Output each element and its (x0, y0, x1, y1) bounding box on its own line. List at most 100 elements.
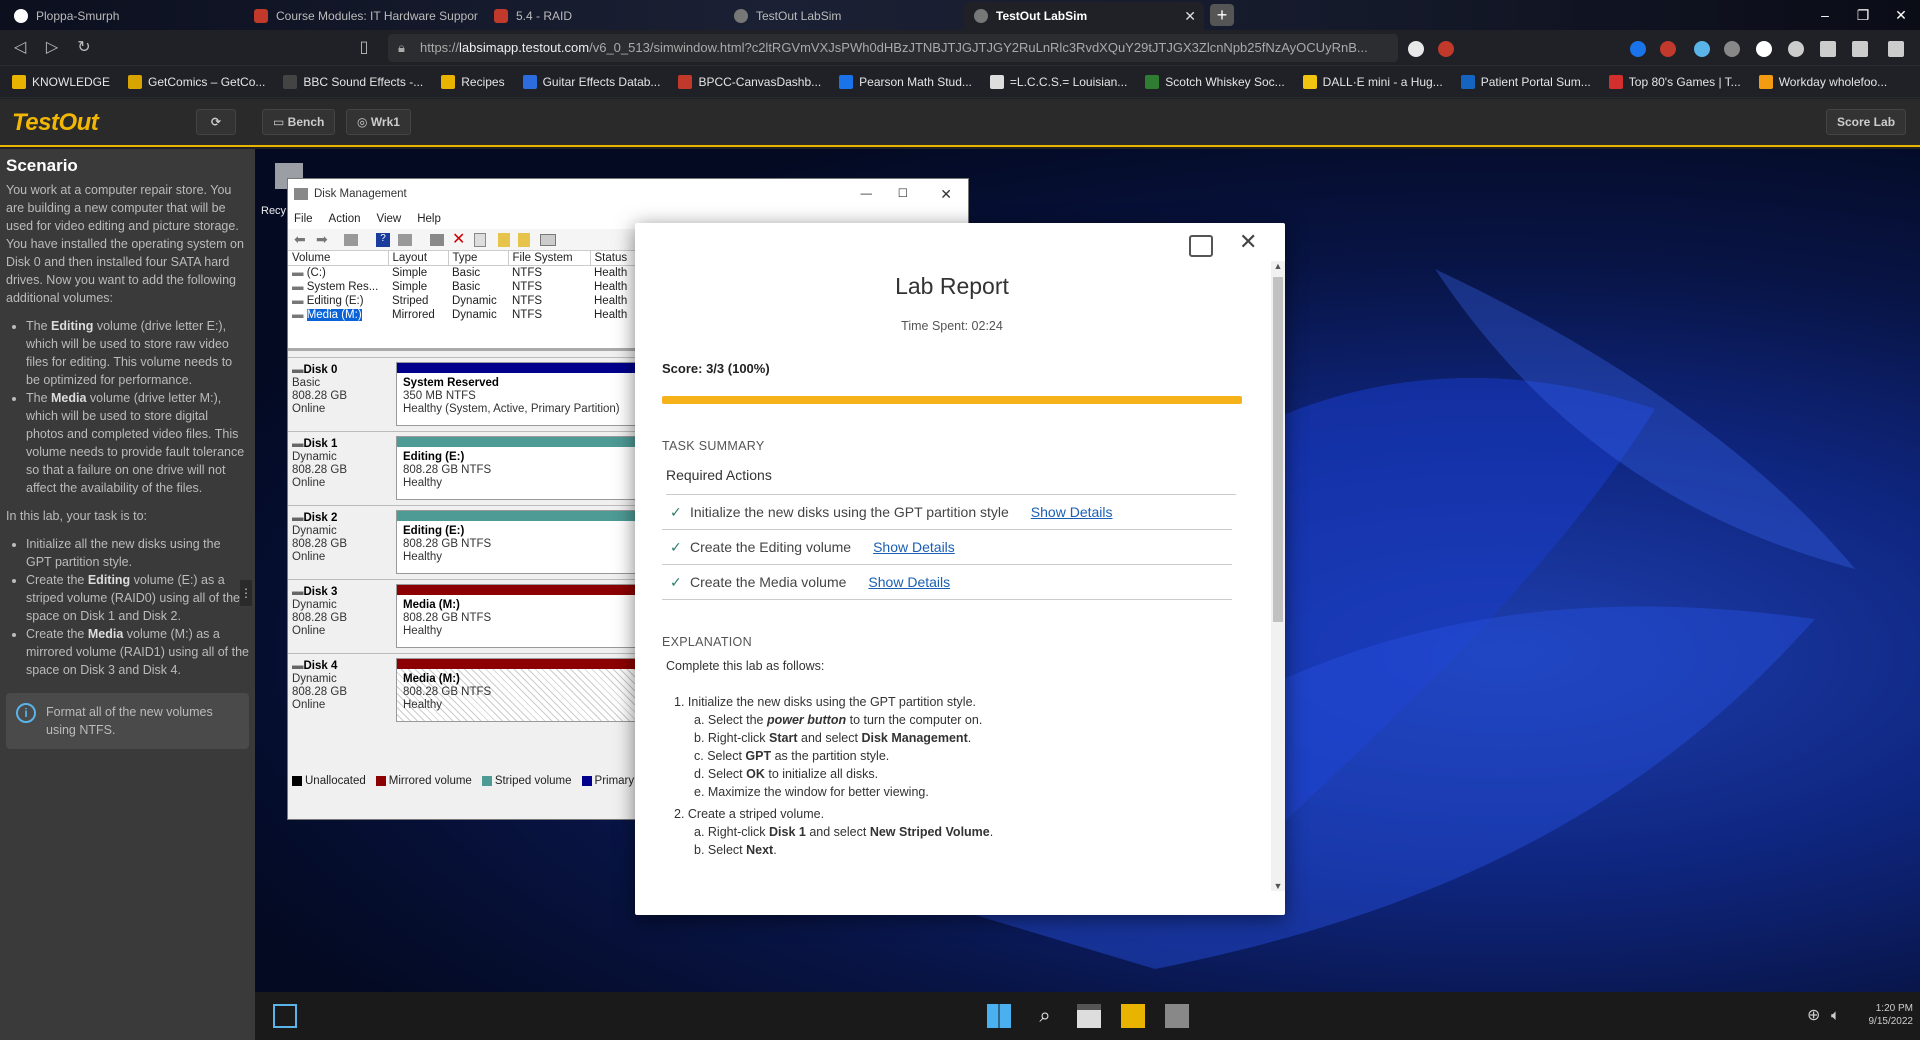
restore-icon[interactable]: ❐ (1848, 4, 1878, 26)
bookmark-item[interactable]: GetComics – GetCo... (128, 74, 265, 89)
sidebar-app-icon[interactable] (273, 1004, 297, 1028)
table-cell: Dynamic (448, 308, 508, 322)
extension-icon[interactable] (1660, 41, 1676, 57)
browser-tab[interactable]: Course Modules: IT Hardware Suppor (244, 2, 484, 30)
bookmark-item[interactable]: Workday wholefoo... (1758, 74, 1887, 89)
new-tab-button[interactable]: + (1210, 4, 1234, 26)
col-type[interactable]: Type (448, 251, 509, 266)
minimize-icon[interactable]: – (1810, 4, 1840, 26)
cell-text: Basic (452, 281, 481, 293)
bookmark-item[interactable]: Recipes (441, 74, 505, 89)
wrk1-button[interactable]: ◎ Wrk1 (346, 109, 411, 135)
start-icon[interactable] (987, 1004, 1011, 1028)
forward-icon[interactable]: ▷ (42, 38, 62, 58)
export-icon[interactable] (518, 233, 530, 247)
text: and select (805, 825, 870, 839)
disk-kind: Dynamic (292, 599, 337, 611)
bookmark-item[interactable]: Guitar Effects Datab... (522, 74, 660, 89)
bookmark-item[interactable]: KNOWLEDGE (12, 74, 110, 89)
clock[interactable]: 1:20 PM 9/15/2022 (1855, 1002, 1914, 1028)
close-icon[interactable]: ✕ (940, 179, 952, 209)
panel-drag-handle[interactable]: ⋮ (240, 580, 252, 606)
delete-icon[interactable]: ✕ (452, 229, 465, 249)
bench-button[interactable]: ▭ Bench (262, 109, 336, 135)
show-details-link[interactable]: Show Details (868, 574, 950, 590)
bookmark-item[interactable]: BBC Sound Effects -... (283, 74, 423, 89)
extension-icon[interactable] (1694, 41, 1710, 57)
close-window-icon[interactable]: ✕ (1886, 4, 1916, 26)
scroll-up-icon[interactable]: ▲ (1271, 261, 1285, 271)
table-cell: NTFS (508, 308, 590, 322)
forward-arrow-icon[interactable]: ➡ (316, 231, 328, 248)
close-tab-icon[interactable]: ✕ (1184, 8, 1196, 25)
playlist-icon[interactable] (1820, 41, 1836, 57)
show-details-link[interactable]: Show Details (873, 539, 955, 555)
network-icon[interactable]: ⊕ (1807, 1004, 1831, 1028)
bookmark-item[interactable]: DALL·E mini - a Hug... (1302, 74, 1443, 89)
menu-file[interactable]: File (294, 209, 313, 229)
back-arrow-icon[interactable]: ⬅ (294, 231, 306, 248)
bookmark-icon[interactable]: ▯ (354, 38, 374, 58)
maximize-icon[interactable]: ☐ (898, 179, 908, 209)
col-volume[interactable]: Volume (288, 251, 389, 266)
minimize-icon[interactable]: — (861, 179, 873, 209)
bookmark-item[interactable]: Pearson Math Stud... (839, 74, 972, 89)
back-icon[interactable]: ◁ (10, 38, 30, 58)
bookmark-item[interactable]: =L.C.C.S.= Louisian... (989, 74, 1127, 89)
brave-rewards-icon[interactable] (1438, 41, 1454, 57)
cell-text: Health (594, 281, 628, 293)
search-icon[interactable]: ⌕ (1033, 1004, 1057, 1028)
bookmark-item[interactable]: Patient Portal Sum... (1460, 74, 1591, 89)
list-view-icon[interactable] (540, 234, 556, 246)
file-explorer-icon[interactable] (1121, 1004, 1145, 1028)
recycle-bin-label: Recy (261, 205, 287, 217)
connect-icon[interactable] (430, 234, 444, 246)
puzzle-icon[interactable] (1788, 41, 1804, 57)
menu-view[interactable]: View (377, 209, 402, 229)
menu-help[interactable]: Help (417, 209, 441, 229)
cell-text: Editing (E:) (306, 295, 364, 307)
bookmark-favicon-icon (522, 74, 537, 89)
browser-tab-active[interactable]: TestOut LabSim ✕ (964, 2, 1204, 30)
testout-logo: TestOut (12, 109, 99, 136)
legend-swatch (481, 776, 492, 786)
text: OK (746, 767, 765, 781)
view-icon[interactable] (398, 234, 412, 246)
menu-icon[interactable] (1888, 41, 1904, 57)
scroll-down-icon[interactable]: ▼ (1271, 881, 1285, 891)
refresh-button[interactable]: ⟳ (196, 109, 236, 135)
menu-action[interactable]: Action (329, 209, 361, 229)
tab-title: Course Modules: IT Hardware Suppor (276, 9, 478, 23)
score-lab-button[interactable]: Score Lab (1826, 109, 1907, 135)
bookmark-item[interactable]: Scotch Whiskey Soc... (1145, 74, 1285, 89)
task-view-icon[interactable] (1077, 1004, 1101, 1028)
cell-text: NTFS (512, 295, 543, 307)
col-layout[interactable]: Layout (388, 251, 449, 266)
report-scrollbar[interactable]: ▲ ▼ (1271, 261, 1285, 891)
show-details-link[interactable]: Show Details (1031, 504, 1113, 520)
import-icon[interactable] (498, 233, 510, 247)
browser-tab[interactable]: TestOut LabSim (724, 2, 964, 30)
browser-tab[interactable]: Ploppa-Smurph (4, 2, 244, 30)
scrollbar-thumb[interactable] (1273, 277, 1283, 622)
volume-icon[interactable]: 🔈︎ (1831, 1004, 1855, 1028)
address-bar[interactable]: 🔒︎ https://labsimapp.testout.com/v6_0_513… (388, 34, 1398, 62)
text: a. Right-click (694, 825, 770, 839)
extension-icon[interactable] (1756, 41, 1772, 57)
bookmark-item[interactable]: Top 80's Games | T... (1608, 74, 1741, 89)
brave-shield-icon[interactable] (1408, 41, 1424, 57)
checklist-icon[interactable] (474, 233, 486, 247)
browser-tab[interactable]: 5.4 - RAID (484, 2, 724, 30)
help-icon[interactable]: ? (376, 233, 390, 247)
lab-report-dialog: ✕ Lab Report Time Spent: 02:24 Score: 3/… (635, 223, 1285, 915)
properties-icon[interactable] (344, 234, 358, 246)
reload-icon[interactable]: ↻ (74, 38, 94, 58)
disk-management-taskbar-icon[interactable] (1165, 1004, 1189, 1028)
bookmark-item[interactable]: BPCC-CanvasDashb... (678, 74, 821, 89)
extension-icon[interactable] (1630, 41, 1646, 57)
wallet-icon[interactable] (1852, 41, 1868, 57)
bookmark-favicon-icon (1758, 74, 1773, 89)
col-filesystem[interactable]: File System (508, 251, 591, 266)
legend-label: Primary (594, 775, 635, 787)
extension-icon[interactable] (1724, 41, 1740, 57)
